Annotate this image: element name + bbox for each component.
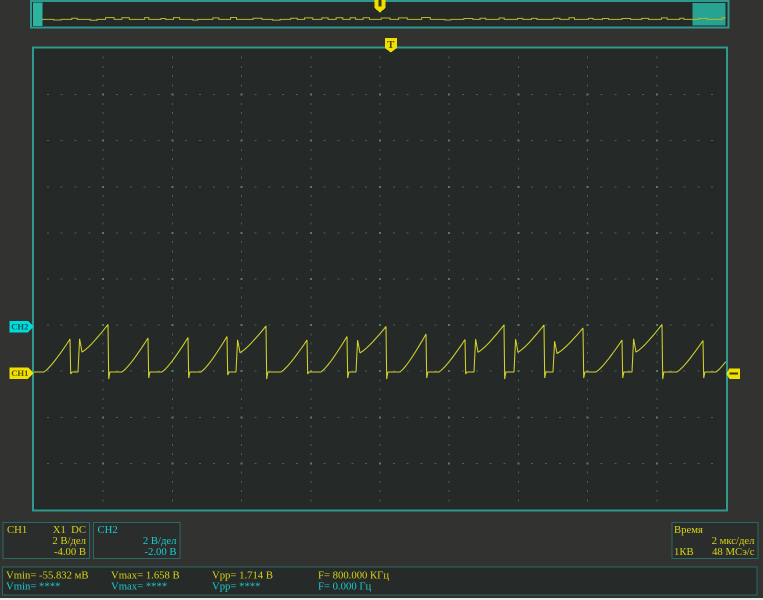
- svg-text:Vpp= ****: Vpp= ****: [212, 581, 260, 593]
- svg-text:Vmax= ****: Vmax= ****: [111, 581, 167, 593]
- svg-text:48 МСэ/с: 48 МСэ/с: [712, 546, 755, 558]
- svg-text:F= 0.000 Гц: F= 0.000 Гц: [318, 581, 372, 593]
- svg-text:CH2: CH2: [11, 322, 28, 332]
- svg-text:1КВ: 1КВ: [674, 546, 694, 558]
- svg-text:-4.00 В: -4.00 В: [54, 546, 86, 558]
- svg-text:Время: Время: [674, 524, 703, 536]
- svg-text:CH2: CH2: [98, 524, 118, 536]
- svg-text:CH1: CH1: [7, 524, 27, 536]
- svg-text:X1 DC: X1 DC: [53, 524, 86, 536]
- svg-text:-2.00 В: -2.00 В: [144, 546, 176, 558]
- svg-text:T: T: [387, 40, 394, 51]
- svg-text:Vmin= ****: Vmin= ****: [6, 581, 60, 593]
- svg-text:CH1: CH1: [11, 368, 28, 378]
